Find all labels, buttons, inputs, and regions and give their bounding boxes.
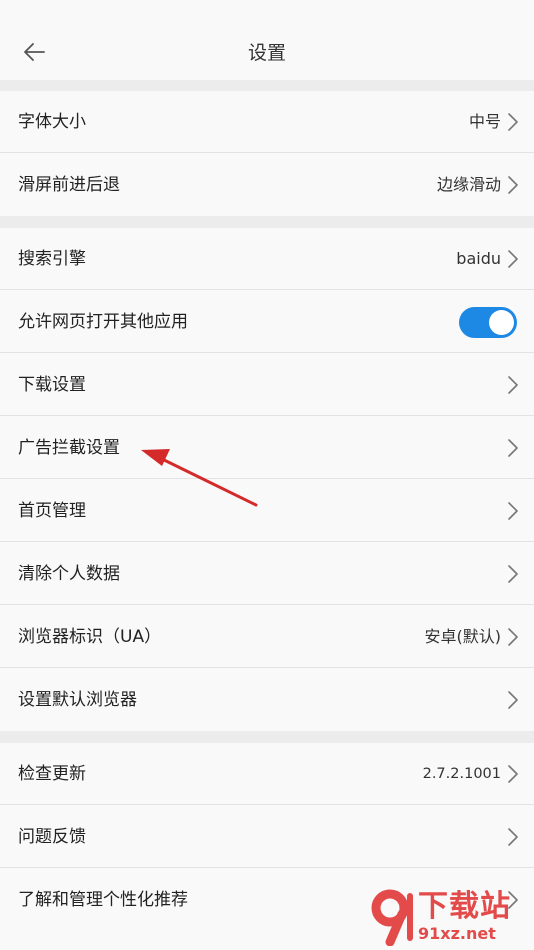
setting-homepage[interactable]: 首页管理 [0,480,534,542]
setting-label: 设置默认浏览器 [18,690,137,710]
chevron-right-icon [508,502,518,520]
setting-label: 检查更新 [18,764,86,784]
chevron-right-icon [508,176,518,194]
divider [0,604,534,605]
chevron-right-icon [508,765,518,783]
divider [0,478,534,479]
setting-default-browser[interactable]: 设置默认浏览器 [0,669,534,731]
settings-screen: 设置 字体大小 中号 滑屏前进后退 边缘滑动 搜索引擎 baidu 允许网页打开… [0,0,534,950]
setting-search-engine[interactable]: 搜索引擎 baidu [0,228,534,290]
setting-label: 浏览器标识（UA） [18,627,162,647]
setting-label: 广告拦截设置 [18,438,120,458]
section-gap [0,80,534,91]
page-title: 设置 [247,42,286,64]
setting-label: 允许网页打开其他应用 [18,312,188,332]
chevron-right-icon [508,113,518,131]
allow-open-apps-toggle[interactable] [459,307,517,338]
setting-label: 滑屏前进后退 [18,175,120,195]
toggle-knob [489,310,514,335]
section-gap [0,216,534,228]
chevron-right-icon [508,691,518,709]
setting-value: 中号 [468,112,501,131]
chevron-right-icon [508,439,518,457]
setting-label: 字体大小 [18,112,86,132]
setting-download[interactable]: 下载设置 [0,354,534,416]
chevron-right-icon [508,376,518,394]
chevron-right-icon [508,565,518,583]
setting-allow-open-apps: 允许网页打开其他应用 [0,291,534,353]
setting-label: 下载设置 [18,375,86,395]
setting-label: 清除个人数据 [18,564,120,584]
setting-label: 问题反馈 [18,827,86,847]
version-value: 2.7.2.1001 [422,766,501,782]
divider [0,289,534,290]
divider [0,541,534,542]
chevron-right-icon [508,628,518,646]
divider [0,415,534,416]
divider [0,867,534,868]
setting-value: 边缘滑动 [436,175,501,194]
setting-user-agent[interactable]: 浏览器标识（UA） 安卓(默认) [0,606,534,668]
setting-label: 首页管理 [18,501,86,521]
watermark: 下载站 91xz.net [370,888,530,948]
setting-value: 安卓(默认) [424,627,502,646]
setting-check-update[interactable]: 检查更新 2.7.2.1001 [0,743,534,805]
chevron-right-icon [508,828,518,846]
divider [0,667,534,668]
setting-label: 搜索引擎 [18,249,86,269]
setting-feedback[interactable]: 问题反馈 [0,806,534,868]
section-gap [0,731,534,743]
setting-label: 了解和管理个性化推荐 [18,890,188,910]
top-bar: 设置 [0,0,534,80]
divider [0,152,534,153]
divider [0,352,534,353]
chevron-right-icon [508,250,518,268]
divider [0,804,534,805]
watermark-logo-icon [371,889,413,946]
setting-value: baidu [456,249,501,268]
setting-clear-data[interactable]: 清除个人数据 [0,543,534,605]
setting-swipe-navigation[interactable]: 滑屏前进后退 边缘滑动 [0,154,534,216]
watermark-text: 下载站 [418,889,511,924]
setting-font-size[interactable]: 字体大小 中号 [0,91,534,153]
setting-ad-block[interactable]: 广告拦截设置 [0,417,534,479]
watermark-url: 91xz.net [418,924,496,943]
